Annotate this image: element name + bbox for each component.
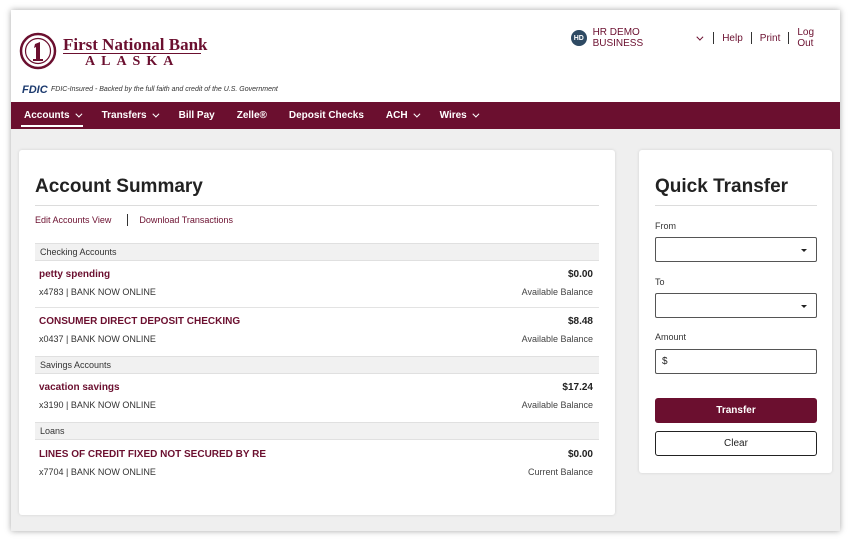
chevron-down-icon [412, 110, 421, 118]
summary-links: Edit Accounts View Download Transactions [35, 214, 233, 226]
to-select[interactable] [655, 293, 817, 318]
account-amount: $17.24 [562, 382, 593, 393]
clear-button[interactable]: Clear [655, 431, 817, 456]
nav-transfers-label: Transfers [101, 110, 147, 121]
row-divider [35, 307, 599, 308]
section-checking: Checking Accounts [35, 243, 599, 261]
account-name[interactable]: CONSUMER DIRECT DEPOSIT CHECKING [39, 316, 240, 327]
nav-wires[interactable]: Wires [429, 102, 488, 129]
nav-zelle[interactable]: Zelle® [226, 102, 278, 129]
account-row[interactable]: petty spending x4783 | BANK NOW ONLINE $… [35, 269, 599, 309]
quick-transfer-card: Quick Transfer From To Amount $ Transfer… [639, 150, 832, 473]
page-title: Account Summary [35, 176, 203, 197]
account-summary-card: Account Summary Edit Accounts View Downl… [19, 150, 615, 515]
chevron-down-icon [472, 110, 480, 118]
header: First National Bank ALASKA FDIC FDIC-Ins… [11, 10, 840, 102]
title-divider [655, 205, 817, 206]
account-amount: $8.48 [567, 316, 593, 327]
section-loans: Loans [35, 422, 599, 440]
amount-label: Amount [655, 332, 687, 342]
edit-accounts-view-link[interactable]: Edit Accounts View [35, 215, 111, 225]
from-label: From [655, 221, 676, 231]
bank-seal-icon [19, 32, 57, 70]
account-row[interactable]: vacation savings x3190 | BANK NOW ONLINE… [35, 382, 599, 422]
title-divider [35, 205, 599, 206]
browser-window: First National Bank ALASKA FDIC FDIC-Ins… [11, 10, 840, 531]
user-menu: HD HR DEMO BUSINESS Help Print Log Out [571, 27, 840, 49]
business-name: HR DEMO BUSINESS [592, 27, 644, 49]
logout-link[interactable]: Log Out [788, 27, 840, 49]
main-nav: Accounts Transfers Bill Pay Zelle® Depos… [11, 102, 840, 129]
section-savings: Savings Accounts [35, 356, 599, 374]
download-transactions-link[interactable]: Download Transactions [139, 215, 233, 225]
avatar: HD [571, 30, 587, 46]
caret-down-icon [801, 249, 807, 252]
account-name[interactable]: LINES OF CREDIT FIXED NOT SECURED BY RE [39, 449, 266, 460]
nav-transfers[interactable]: Transfers [91, 102, 168, 129]
to-label: To [655, 277, 665, 287]
business-switcher[interactable]: HR DEMO BUSINESS [593, 27, 714, 49]
chevron-down-icon [696, 33, 704, 41]
nav-ach-label: ACH [385, 110, 408, 121]
balance-label: Current Balance [527, 467, 593, 477]
bank-name-line2: ALASKA [85, 54, 180, 69]
nav-bill-pay[interactable]: Bill Pay [168, 102, 226, 129]
nav-deposit-checks-label: Deposit Checks [288, 110, 364, 121]
link-divider [127, 214, 129, 226]
nav-accounts[interactable]: Accounts [13, 102, 91, 129]
nav-ach[interactable]: ACH [375, 102, 429, 129]
account-name[interactable]: vacation savings [39, 382, 120, 393]
balance-label: Available Balance [521, 287, 593, 297]
account-amount: $0.00 [567, 269, 593, 280]
nav-deposit-checks[interactable]: Deposit Checks [278, 102, 375, 129]
nav-zelle-label: Zelle® [236, 110, 267, 121]
balance-label: Available Balance [521, 334, 593, 344]
account-name[interactable]: petty spending [39, 269, 110, 280]
account-row[interactable]: LINES OF CREDIT FIXED NOT SECURED BY RE … [35, 449, 599, 489]
bank-name-line1: First National Bank [63, 35, 208, 54]
transfer-button[interactable]: Transfer [655, 398, 817, 423]
nav-accounts-label: Accounts [24, 110, 70, 121]
help-link[interactable]: Help [713, 32, 751, 44]
quick-transfer-title: Quick Transfer [655, 176, 789, 197]
chevron-down-icon [74, 110, 83, 118]
nav-bill-pay-label: Bill Pay [178, 110, 215, 121]
caret-down-icon [801, 305, 807, 308]
account-number: x3190 | BANK NOW ONLINE [39, 400, 156, 410]
account-amount: $0.00 [567, 449, 593, 460]
amount-input[interactable]: $ [655, 349, 817, 374]
from-select[interactable] [655, 237, 817, 262]
account-row[interactable]: CONSUMER DIRECT DEPOSIT CHECKING x0437 |… [35, 316, 599, 356]
fdic-disclaimer: FDIC-Insured - Backed by the full faith … [51, 86, 278, 93]
account-number: x0437 | BANK NOW ONLINE [39, 334, 156, 344]
account-number: x4783 | BANK NOW ONLINE [39, 287, 156, 297]
chevron-down-icon [151, 110, 160, 118]
balance-label: Available Balance [521, 400, 593, 410]
nav-wires-label: Wires [439, 110, 467, 121]
fdic-logo: FDIC [22, 84, 48, 96]
print-link[interactable]: Print [750, 32, 789, 44]
account-number: x7704 | BANK NOW ONLINE [39, 467, 156, 477]
